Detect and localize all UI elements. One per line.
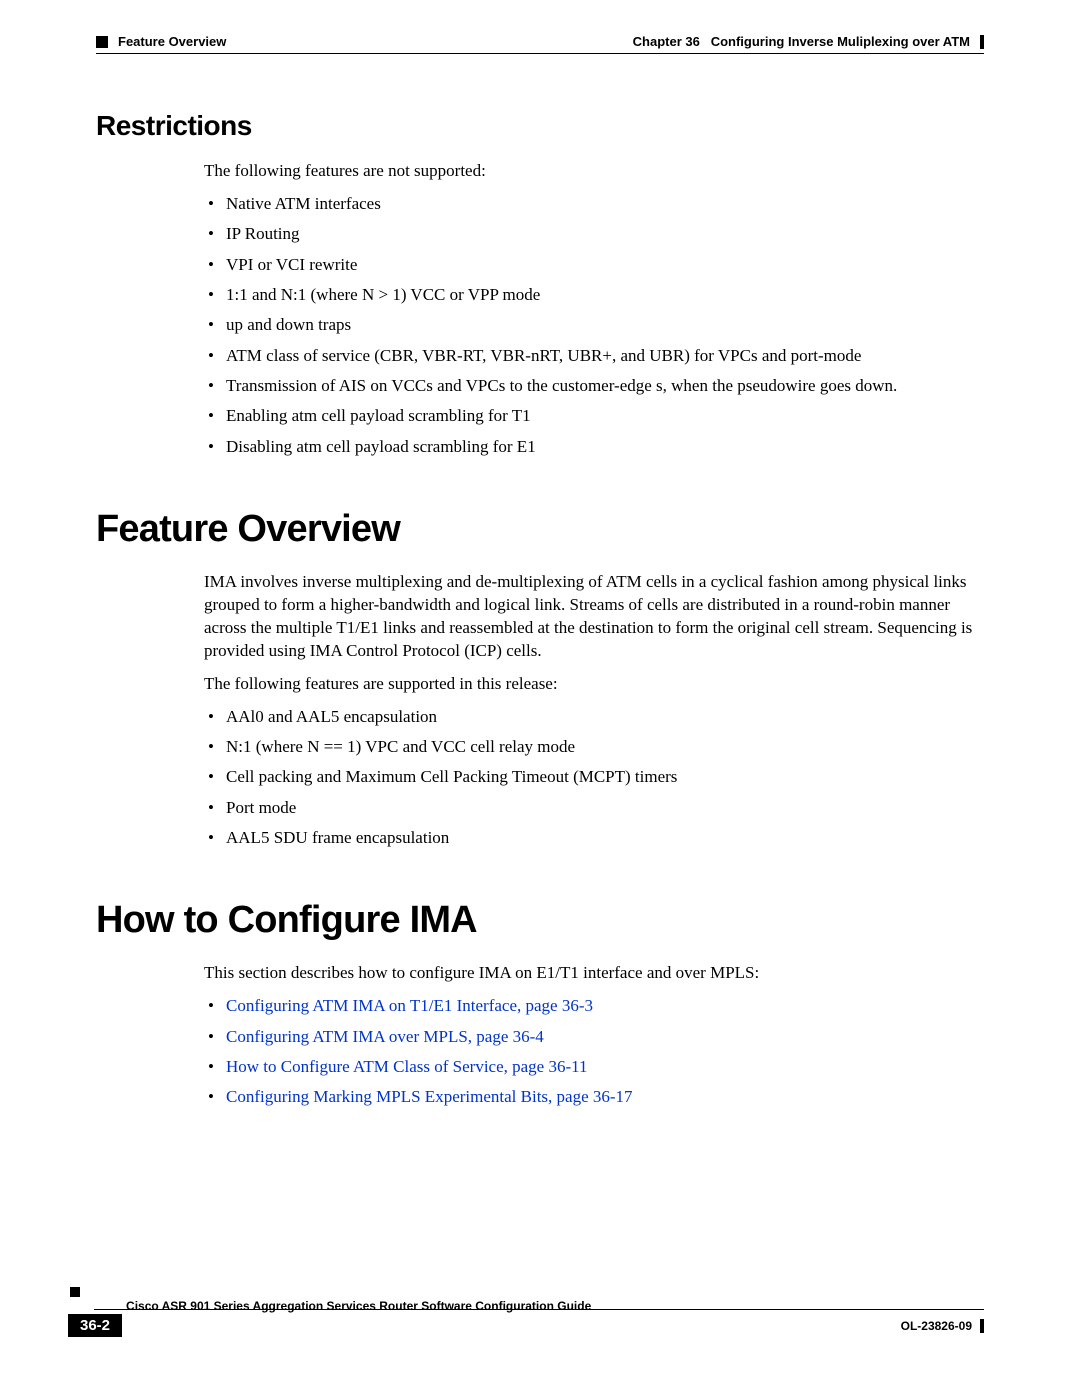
feature-overview-body: IMA involves inverse multiplexing and de… [204,571,984,851]
header-rule [96,53,984,54]
list-item: Port mode [204,795,984,821]
restrictions-body: The following features are not supported… [204,160,984,460]
chapter-title: Configuring Inverse Muliplexing over ATM [711,34,970,49]
header-left: Feature Overview [96,34,226,49]
link-config-marking[interactable]: Configuring Marking MPLS Experimental Bi… [226,1087,633,1106]
list-item: How to Configure ATM Class of Service, p… [204,1054,984,1080]
footer-doc-id: OL-23826-09 [901,1319,972,1333]
list-item: Configuring ATM IMA over MPLS, page 36-4 [204,1024,984,1050]
footer-row: 36-2 Cisco ASR 901 Series Aggregation Se… [68,1314,984,1337]
link-config-t1e1[interactable]: Configuring ATM IMA on T1/E1 Interface, … [226,996,593,1015]
footer-left: 36-2 [68,1314,122,1337]
page-footer: 36-2 Cisco ASR 901 Series Aggregation Se… [68,1281,984,1337]
list-item: AAl0 and AAL5 encapsulation [204,704,984,730]
restrictions-intro: The following features are not supported… [204,160,984,183]
how-to-list: Configuring ATM IMA on T1/E1 Interface, … [204,993,984,1110]
footer-doc-title-text: Cisco ASR 901 Series Aggregation Service… [126,1299,591,1313]
header-square-icon [96,36,108,48]
how-to-body: This section describes how to configure … [204,962,984,1110]
link-config-cos[interactable]: How to Configure ATM Class of Service, p… [226,1057,588,1076]
list-item: Transmission of AIS on VCCs and VPCs to … [204,373,984,399]
list-item: Configuring Marking MPLS Experimental Bi… [204,1084,984,1110]
list-item: 1:1 and N:1 (where N > 1) VCC or VPP mod… [204,282,984,308]
footer-square-icon-top [70,1287,80,1297]
list-item: Enabling atm cell payload scrambling for… [204,403,984,429]
footer-doc-title: Cisco ASR 901 Series Aggregation Service… [122,1299,901,1313]
feature-overview-list: AAl0 and AAL5 encapsulation N:1 (where N… [204,704,984,852]
header-bar-icon [980,35,984,49]
page: Feature Overview Chapter 36 Configuring … [0,0,1080,1397]
feature-overview-para2: The following features are supported in … [204,673,984,696]
footer-bar-icon [980,1319,984,1333]
header-right: Chapter 36 Configuring Inverse Muliplexi… [633,34,984,49]
feature-overview-para1: IMA involves inverse multiplexing and de… [204,571,984,663]
how-to-intro: This section describes how to configure … [204,962,984,985]
list-item: up and down traps [204,312,984,338]
list-item: VPI or VCI rewrite [204,252,984,278]
list-item: AAL5 SDU frame encapsulation [204,825,984,851]
feature-overview-heading: Feature Overview [96,508,984,551]
list-item: Native ATM interfaces [204,191,984,217]
restrictions-list: Native ATM interfaces IP Routing VPI or … [204,191,984,460]
header-chapter: Chapter 36 Configuring Inverse Muliplexi… [633,34,970,49]
page-number-badge: 36-2 [68,1314,122,1337]
list-item: IP Routing [204,221,984,247]
restrictions-heading: Restrictions [96,110,984,142]
footer-right: OL-23826-09 [901,1319,984,1333]
list-item: Configuring ATM IMA on T1/E1 Interface, … [204,993,984,1019]
list-item: Cell packing and Maximum Cell Packing Ti… [204,764,984,790]
link-config-mpls[interactable]: Configuring ATM IMA over MPLS, page 36-4 [226,1027,544,1046]
header-section-title: Feature Overview [118,34,226,49]
list-item: N:1 (where N == 1) VPC and VCC cell rela… [204,734,984,760]
chapter-label: Chapter 36 [633,34,700,49]
list-item: Disabling atm cell payload scrambling fo… [204,434,984,460]
how-to-heading: How to Configure IMA [96,899,984,942]
page-header: Feature Overview Chapter 36 Configuring … [96,34,984,49]
list-item: ATM class of service (CBR, VBR-RT, VBR-n… [204,343,984,369]
